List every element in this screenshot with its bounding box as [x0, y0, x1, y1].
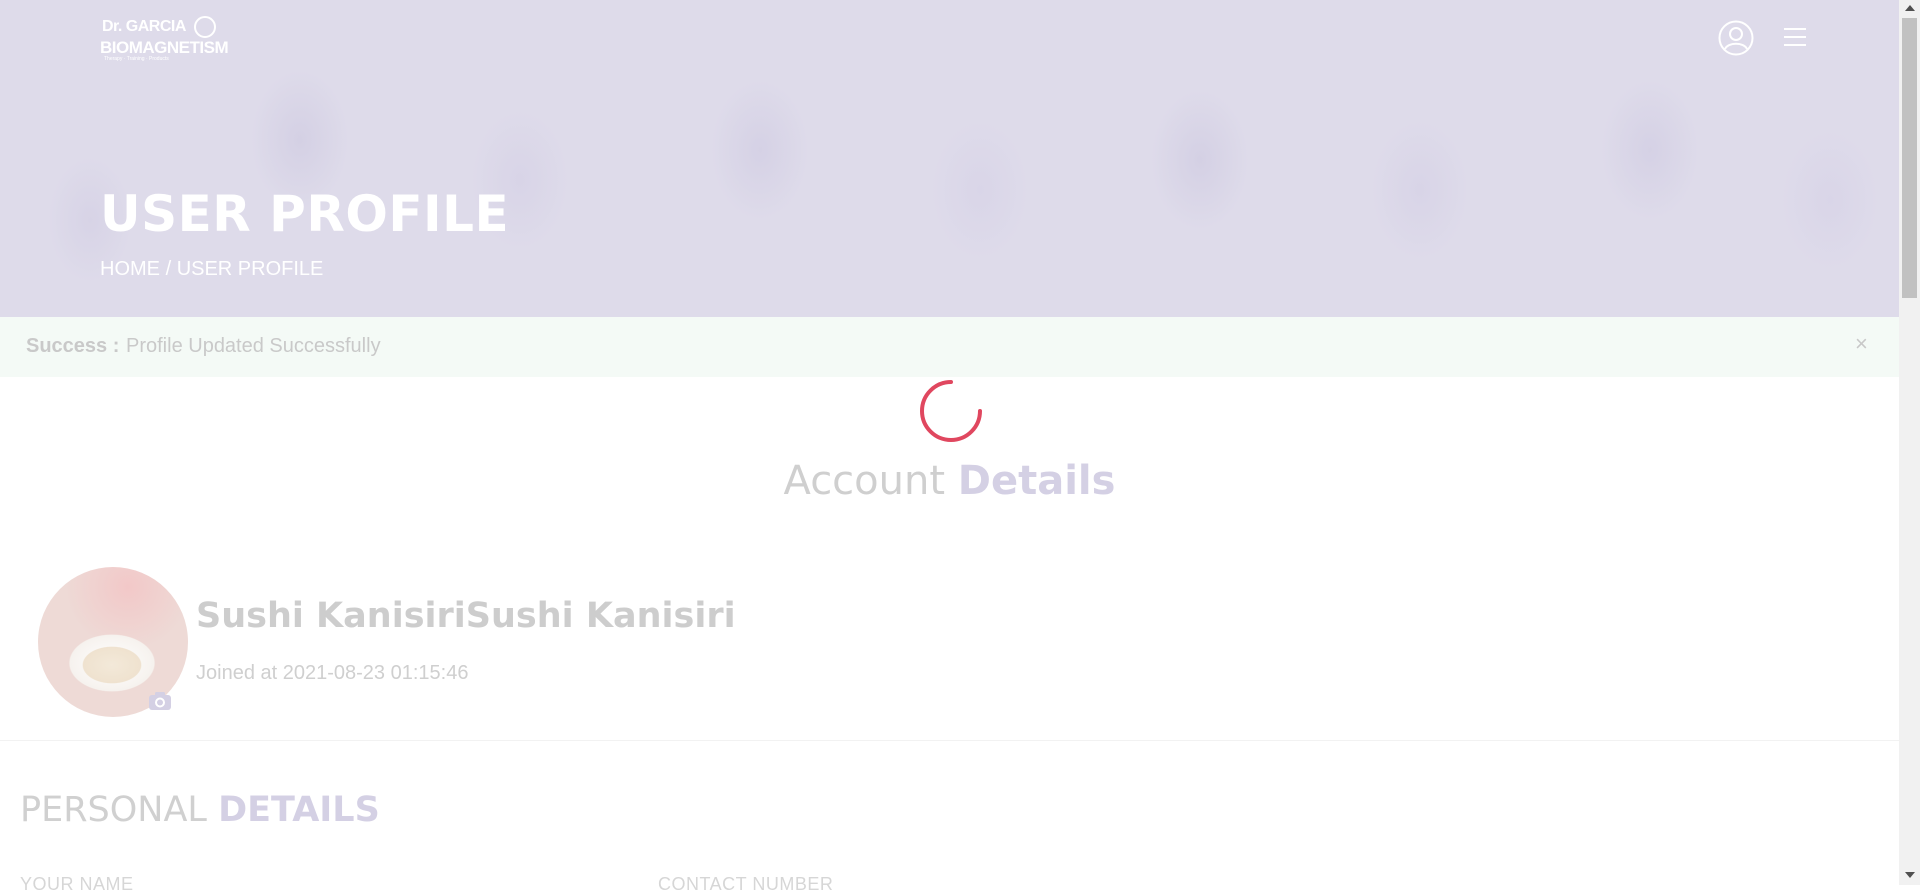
personal-details-heading: PERSONAL DETAILS: [20, 790, 380, 830]
brand-logo-mark-icon: [194, 16, 216, 38]
brand-logo-tagline: Therapy · Training · Products: [104, 56, 169, 62]
account-details-heading: Account Details: [0, 458, 1899, 504]
success-alert: Success : Profile Updated Successfully ×: [0, 317, 1899, 377]
scrollbar-thumb[interactable]: [1902, 18, 1917, 298]
breadcrumb-current: USER PROFILE: [176, 258, 324, 280]
scroll-down-arrow-icon[interactable]: [1905, 872, 1915, 878]
camera-icon[interactable]: [148, 690, 172, 712]
vertical-scrollbar[interactable]: [1899, 0, 1920, 885]
account-details-heading-light: Account: [783, 458, 946, 504]
page-title: USER PROFILE: [100, 185, 510, 243]
breadcrumb-home-link[interactable]: HOME: [100, 258, 160, 280]
personal-details-heading-bold: DETAILS: [218, 790, 380, 830]
user-name: Sushi KanisiriSushi Kanisiri: [196, 596, 736, 636]
account-details-heading-bold: Details: [957, 458, 1116, 504]
brand-logo-line1: Dr. GARCIA: [102, 18, 186, 35]
breadcrumb: HOME / USER PROFILE: [100, 258, 323, 281]
scroll-up-arrow-icon[interactable]: [1905, 5, 1915, 11]
alert-message: Profile Updated Successfully: [126, 335, 381, 357]
breadcrumb-separator: /: [165, 258, 172, 280]
hamburger-menu-icon[interactable]: [1784, 28, 1806, 50]
brand-logo-line2: BIOMAGNETISM: [100, 38, 229, 57]
alert-label: Success :: [26, 335, 120, 357]
brand-logo[interactable]: Dr. GARCIA BIOMAGNETISM Therapy · Traini…: [100, 16, 234, 64]
close-icon[interactable]: ×: [1855, 331, 1868, 357]
user-circle-icon[interactable]: [1718, 20, 1754, 56]
personal-details-heading-light: PERSONAL: [20, 790, 207, 830]
page-header-banner: Dr. GARCIA BIOMAGNETISM Therapy · Traini…: [0, 0, 1899, 317]
loading-spinner-icon: [920, 380, 982, 442]
section-divider: [0, 740, 1899, 741]
joined-date: Joined at 2021-08-23 01:15:46: [196, 662, 469, 684]
